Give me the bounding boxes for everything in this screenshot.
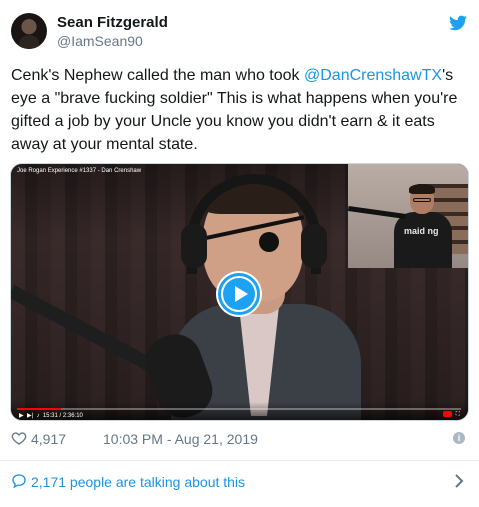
control-right: ⛶	[442, 411, 460, 419]
tweet-card: Sean Fitzgerald @IamSean90 Cenk's Nephew…	[0, 0, 479, 507]
timestamp[interactable]: 10:03 PM - Aug 21, 2019	[103, 431, 258, 447]
chevron-right-icon	[455, 474, 464, 488]
tweet-header: Sean Fitzgerald @IamSean90	[11, 13, 471, 53]
time-readout: 15:31 / 2:36:10	[42, 413, 83, 419]
progress-fill	[17, 408, 62, 410]
author-handle[interactable]: @IamSean90	[57, 32, 168, 50]
mention-link[interactable]: @DanCrenshawTX	[304, 67, 442, 84]
divider	[0, 460, 479, 461]
tweet-meta: 4,917 10:03 PM - Aug 21, 2019 i	[11, 429, 469, 449]
avatar[interactable]	[11, 13, 47, 49]
headphone-right	[301, 224, 327, 268]
volume-icon[interactable]: ♪	[37, 413, 40, 419]
play-triangle	[235, 286, 248, 302]
video-player[interactable]: Joe Rogan Experience #1337 - Dan Crensha…	[10, 163, 469, 421]
progress-bar[interactable]	[17, 408, 461, 410]
play-small-icon[interactable]: ▶	[19, 413, 24, 419]
tweet-text: Cenk's Nephew called the man who took @D…	[11, 64, 469, 156]
pip-hair	[409, 184, 435, 194]
youtube-logo-icon[interactable]	[442, 411, 452, 417]
next-icon[interactable]: ▶|	[27, 413, 33, 419]
pip-overlay: maid ng	[348, 164, 468, 268]
pip-body	[394, 212, 452, 268]
talking-about-link[interactable]: 2,171 people are talking about this	[11, 471, 469, 493]
fullscreen-icon[interactable]: ⛶	[456, 412, 460, 418]
like-count[interactable]: 4,917	[31, 431, 66, 447]
author-display-name[interactable]: Sean Fitzgerald	[57, 14, 168, 32]
talking-about-text: 2,171 people are talking about this	[31, 474, 246, 490]
pip-glasses	[413, 198, 431, 202]
video-title: Joe Rogan Experience #1337 - Dan Crensha…	[17, 168, 142, 174]
speech-bubble-icon	[12, 474, 26, 489]
pip-shirt-text: maid ng	[404, 226, 439, 236]
author-names[interactable]: Sean Fitzgerald @IamSean90	[57, 14, 168, 50]
control-icons: ▶ ▶| ♪ 15:31 / 2:36:10	[19, 412, 83, 419]
play-button[interactable]	[218, 273, 260, 315]
tweet-text-before: Cenk's Nephew called the man who took	[11, 67, 304, 84]
play-icon	[223, 278, 255, 310]
heart-icon[interactable]	[11, 430, 27, 446]
pip-person: maid ng	[388, 184, 458, 268]
video-controls: ▶ ▶| ♪ 15:31 / 2:36:10 ⛶	[11, 402, 468, 420]
twitter-bird-icon[interactable]	[449, 15, 467, 31]
info-icon[interactable]: i	[453, 432, 465, 444]
headphone-left	[181, 224, 207, 268]
